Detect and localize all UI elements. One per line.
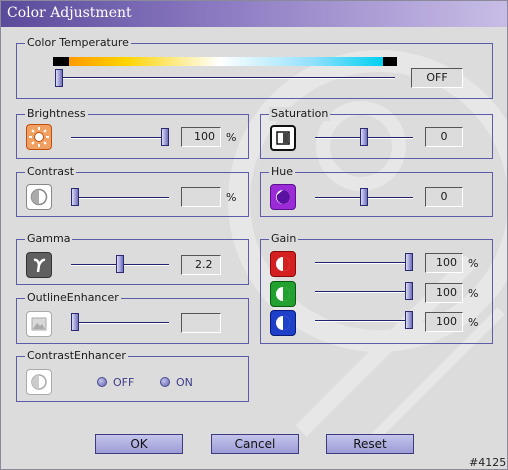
- gain-green-track: [315, 291, 413, 293]
- gain-green-slider[interactable]: [405, 282, 413, 300]
- hue-label: Hue: [269, 165, 296, 179]
- contrast-enhancer-off-label: OFF: [113, 376, 135, 389]
- gamma-value: 2.2: [181, 255, 221, 275]
- saturation-icon: [270, 125, 296, 151]
- window-title: Color Adjustment: [7, 5, 132, 21]
- gain-red-slider[interactable]: [405, 253, 413, 271]
- contrast-value: [181, 187, 221, 207]
- hue-icon: [270, 184, 296, 210]
- gain-blue-track: [315, 320, 413, 322]
- outline-icon: [26, 311, 52, 337]
- contrast-icon: [26, 184, 52, 210]
- hue-value: 0: [425, 187, 463, 207]
- gamma-slider[interactable]: [116, 255, 124, 273]
- outline-enhancer-track: [71, 322, 169, 324]
- screen-code-label: #4125: [469, 456, 507, 469]
- contrast-enhancer-on-label: ON: [176, 376, 193, 389]
- gamma-label: Gamma: [25, 232, 73, 246]
- ok-button[interactable]: OK: [95, 434, 183, 454]
- color-temperature-value: OFF: [411, 68, 463, 88]
- gain-green-unit: %: [468, 287, 479, 300]
- brightness-slider[interactable]: [161, 128, 169, 146]
- gain-red-value: 100: [425, 253, 463, 273]
- gamma-icon: [26, 252, 52, 278]
- color-temperature-label: Color Temperature: [25, 36, 131, 50]
- gain-blue-unit: %: [468, 316, 479, 329]
- brightness-track: [71, 137, 169, 139]
- cancel-button[interactable]: Cancel: [211, 434, 299, 454]
- color-adjustment-window: Color Adjustment Color Temperature OFF B…: [0, 0, 508, 470]
- gain-label: Gain: [269, 232, 299, 246]
- green-channel-icon: [270, 281, 296, 307]
- gain-red-unit: %: [468, 257, 479, 270]
- gain-green-value: 100: [425, 283, 463, 303]
- outline-enhancer-slider[interactable]: [71, 313, 79, 331]
- contrast-enhancer-icon: [26, 369, 52, 395]
- red-channel-icon: [270, 251, 296, 277]
- contrast-unit: %: [226, 191, 237, 204]
- gain-blue-slider[interactable]: [405, 311, 413, 329]
- contrast-enhancer-off-radio[interactable]: [97, 377, 107, 387]
- outline-enhancer-value: [181, 313, 221, 333]
- gain-blue-value: 100: [425, 312, 463, 332]
- sun-icon: [26, 124, 52, 150]
- contrast-enhancer-label: ContrastEnhancer: [25, 349, 128, 363]
- blue-channel-icon: [270, 310, 296, 336]
- contrast-label: Contrast: [25, 165, 77, 179]
- title-bar[interactable]: Color Adjustment: [1, 1, 507, 27]
- saturation-label: Saturation: [269, 107, 331, 121]
- temperature-spectrum-bar: [53, 57, 397, 66]
- hue-slider[interactable]: [360, 188, 368, 206]
- brightness-value: 100: [181, 127, 221, 147]
- contrast-slider[interactable]: [71, 188, 79, 206]
- color-temperature-track: [59, 77, 395, 79]
- saturation-value: 0: [425, 127, 463, 147]
- contrast-track: [71, 197, 169, 199]
- saturation-slider[interactable]: [360, 128, 368, 146]
- outline-enhancer-label: OutlineEnhancer: [25, 291, 121, 305]
- reset-button[interactable]: Reset: [326, 434, 414, 454]
- brightness-label: Brightness: [25, 107, 88, 121]
- brightness-unit: %: [226, 131, 237, 144]
- gain-red-track: [315, 262, 413, 264]
- contrast-enhancer-on-radio[interactable]: [160, 377, 170, 387]
- color-temperature-slider[interactable]: [55, 69, 63, 87]
